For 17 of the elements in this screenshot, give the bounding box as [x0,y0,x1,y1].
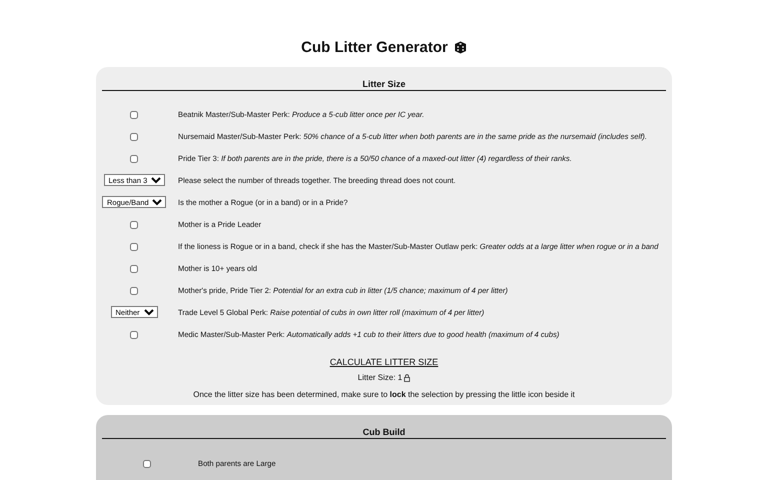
checkbox[interactable] [130,286,138,294]
checkbox[interactable] [130,154,138,162]
litter-size-result: Litter Size: 1 [358,373,402,382]
instruction-text: Once the litter size has been determined, make sure to lock the selection by pressing the little icon beside it [193,390,575,399]
checkbox[interactable] [143,460,151,468]
checkbox[interactable] [130,132,138,140]
checkbox[interactable] [130,330,138,338]
section-heading: Litter Size [102,79,666,91]
checkbox[interactable] [130,264,138,272]
lock-icon[interactable] [404,374,410,382]
checkbox[interactable] [130,242,138,250]
page-title: Cub Litter Generator [301,38,448,56]
dice-icon [454,40,467,54]
checkbox[interactable] [130,110,138,118]
calculate-link[interactable]: CALCULATE LITTER SIZE [330,357,438,367]
checkbox[interactable] [130,220,138,228]
section-heading: Cub Build [102,427,666,439]
